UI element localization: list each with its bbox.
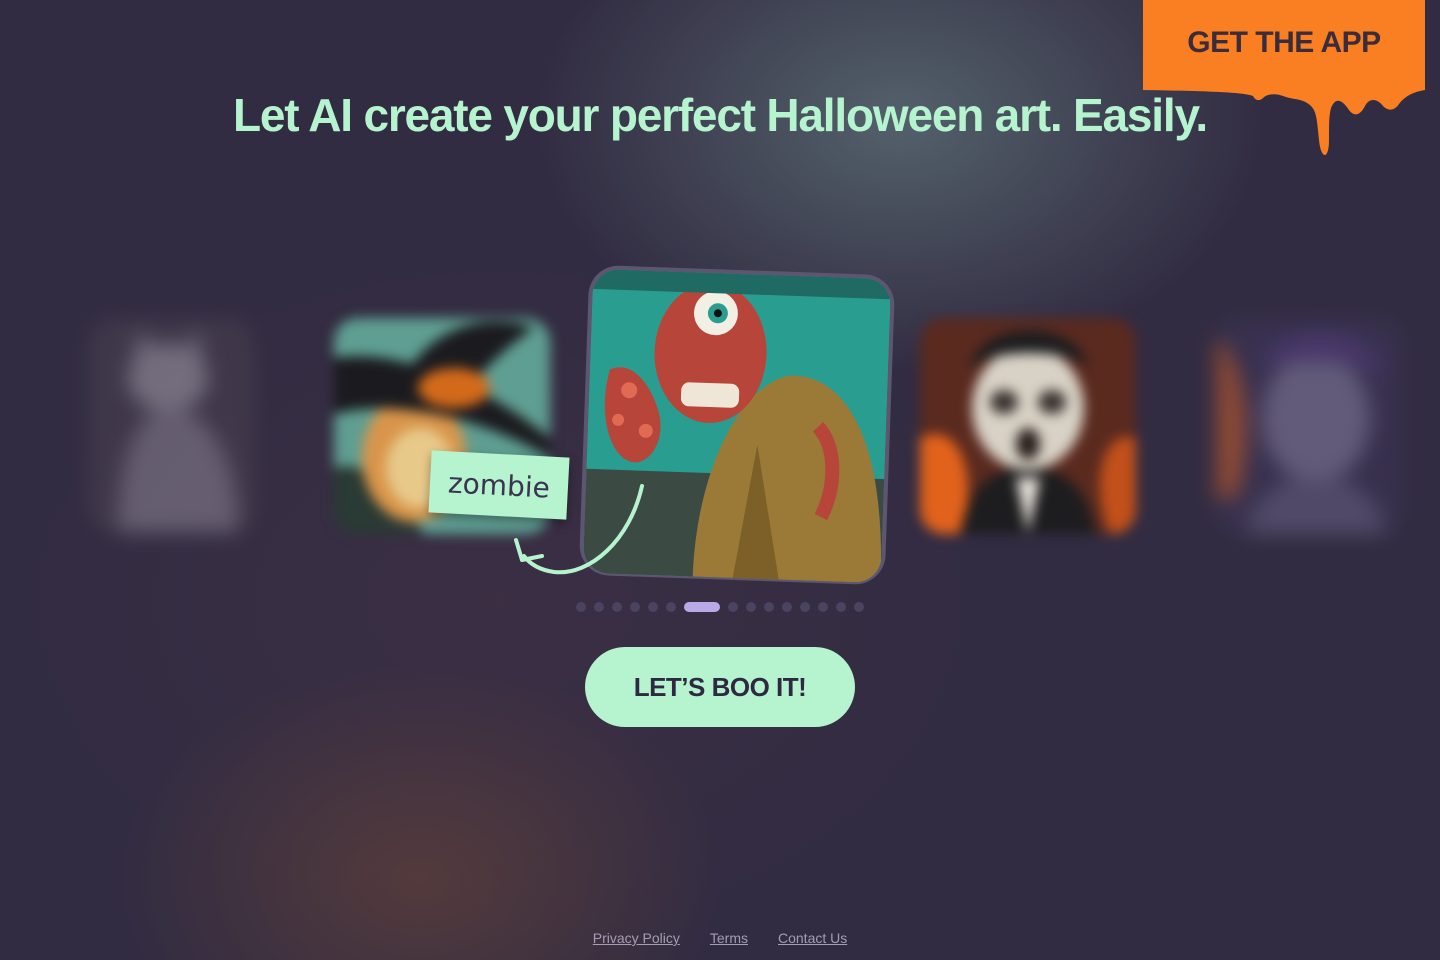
pagination-dot-active[interactable] bbox=[684, 602, 720, 612]
pagination-dot[interactable] bbox=[630, 602, 640, 612]
carousel-tile-cat[interactable] bbox=[88, 318, 254, 532]
terms-link[interactable]: Terms bbox=[710, 930, 748, 946]
get-the-app-label: GET THE APP bbox=[1187, 26, 1381, 59]
pagination-dot[interactable] bbox=[836, 602, 846, 612]
pagination-dot[interactable] bbox=[854, 602, 864, 612]
pagination-dot[interactable] bbox=[594, 602, 604, 612]
pagination-dot[interactable] bbox=[746, 602, 756, 612]
pagination-dot[interactable] bbox=[576, 602, 586, 612]
pagination-dot[interactable] bbox=[782, 602, 792, 612]
cat-artwork-image bbox=[88, 318, 254, 532]
get-the-app-button[interactable]: GET THE APP bbox=[1143, 0, 1425, 168]
ghoul-artwork-image bbox=[1216, 318, 1402, 534]
pagination-dot[interactable] bbox=[612, 602, 622, 612]
carousel-tile-vampire[interactable] bbox=[920, 318, 1136, 534]
pagination-dot[interactable] bbox=[818, 602, 828, 612]
privacy-policy-link[interactable]: Privacy Policy bbox=[593, 930, 680, 946]
carousel-tile-ghoul[interactable] bbox=[1216, 318, 1402, 534]
pagination-dot[interactable] bbox=[728, 602, 738, 612]
vampire-artwork-image bbox=[920, 318, 1136, 534]
carousel-pagination bbox=[0, 602, 1440, 612]
pagination-dot[interactable] bbox=[800, 602, 810, 612]
pagination-dot[interactable] bbox=[648, 602, 658, 612]
lets-boo-it-button[interactable]: LET’S BOO IT! bbox=[585, 647, 855, 727]
page-headline: Let AI create your perfect Halloween art… bbox=[232, 89, 1208, 141]
pagination-dot[interactable] bbox=[666, 602, 676, 612]
pagination-dot[interactable] bbox=[764, 602, 774, 612]
contact-us-link[interactable]: Contact Us bbox=[778, 930, 847, 946]
footer-links: Privacy Policy Terms Contact Us bbox=[0, 930, 1440, 946]
curved-arrow-icon bbox=[514, 484, 644, 575]
